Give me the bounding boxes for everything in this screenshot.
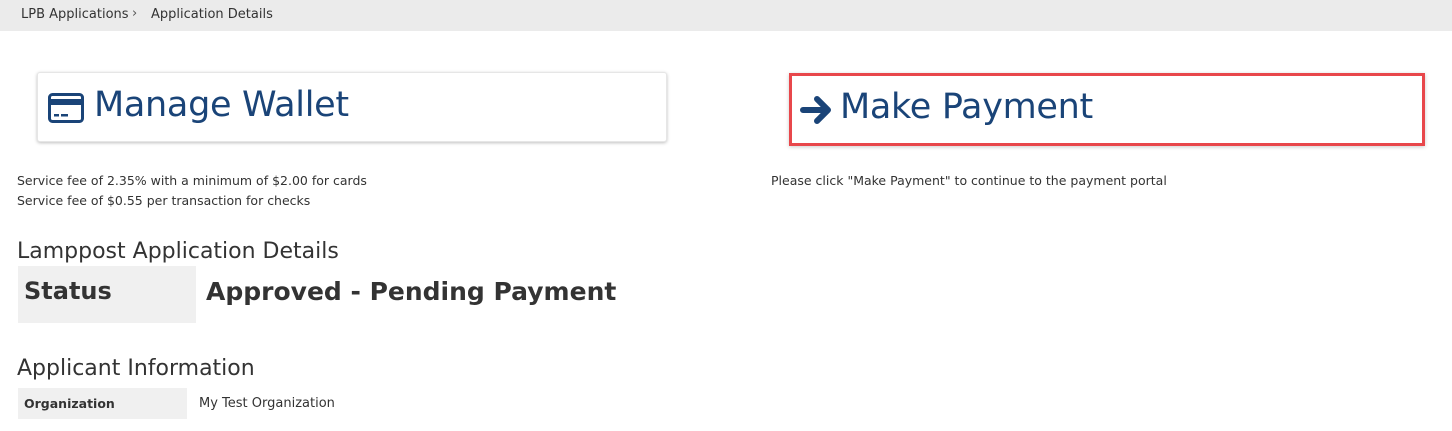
- status-label: Status: [24, 277, 112, 305]
- arrow-right-icon: [800, 95, 834, 125]
- breadcrumb-separator: ›: [132, 6, 138, 21]
- organization-label: Organization: [24, 396, 115, 411]
- applicant-information-heading: Applicant Information: [17, 356, 255, 381]
- breadcrumb-item-lpb-applications[interactable]: LPB Applications: [21, 7, 129, 22]
- organization-label-cell: Organization: [18, 388, 187, 419]
- make-payment-button[interactable]: Make Payment: [789, 73, 1425, 146]
- make-payment-label: Make Payment: [840, 87, 1093, 127]
- payment-portal-note: Please click "Make Payment" to continue …: [771, 173, 1167, 188]
- status-label-cell: Status: [18, 266, 196, 323]
- organization-value: My Test Organization: [199, 396, 335, 411]
- status-value: Approved - Pending Payment: [206, 277, 617, 306]
- card-fee-note: Service fee of 2.35% with a minimum of $…: [17, 173, 367, 188]
- credit-card-icon: [48, 93, 84, 123]
- manage-wallet-label: Manage Wallet: [94, 85, 349, 125]
- breadcrumb: LPB Applications › Application Details: [0, 0, 1452, 31]
- check-fee-note: Service fee of $0.55 per transaction for…: [17, 193, 311, 208]
- manage-wallet-button[interactable]: Manage Wallet: [37, 72, 667, 142]
- application-details-heading: Lamppost Application Details: [17, 239, 339, 264]
- breadcrumb-item-application-details: Application Details: [151, 7, 273, 22]
